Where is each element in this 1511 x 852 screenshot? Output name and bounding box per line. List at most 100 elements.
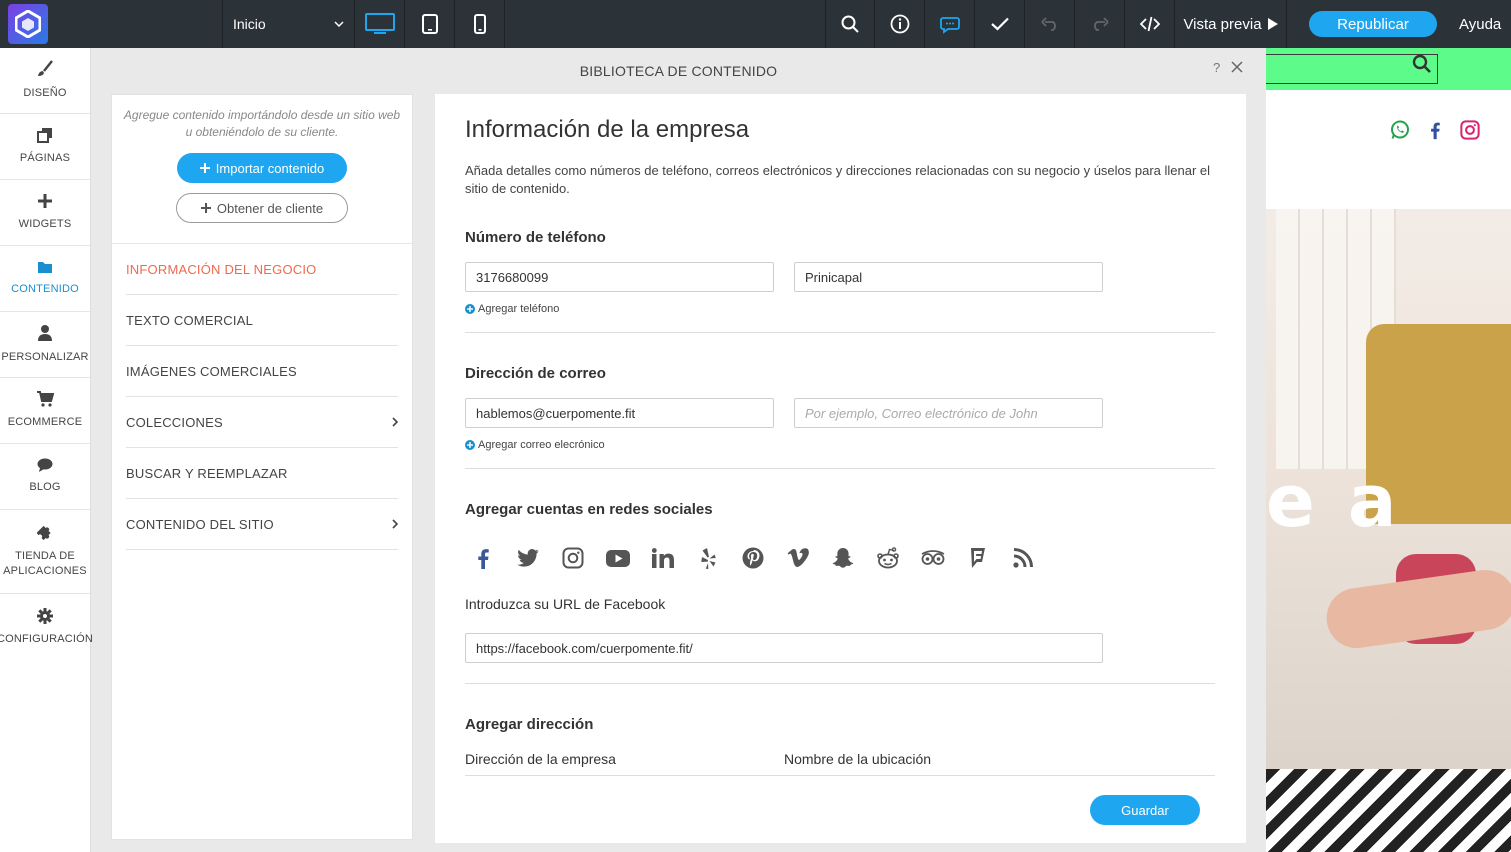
library-help-button[interactable]: ? xyxy=(1213,60,1220,75)
facebook-icon[interactable] xyxy=(471,546,495,570)
email-label-input[interactable]: Por ejemplo, Correo electrónico de John xyxy=(794,398,1103,428)
top-toolbar: Inicio Vista previa Republicar Ayuda xyxy=(0,0,1511,48)
get-from-client-button[interactable]: Obtener de cliente xyxy=(176,193,348,223)
menu-business-info[interactable]: INFORMACIÓN DEL NEGOCIO xyxy=(126,244,398,295)
page-description: Añada detalles como números de teléfono,… xyxy=(465,163,1211,196)
import-hint: Agregue contenido importándolo desde un … xyxy=(123,108,401,139)
content-menu: INFORMACIÓN DEL NEGOCIO TEXTO COMERCIAL … xyxy=(112,244,412,550)
import-content-button[interactable]: Importar contenido xyxy=(177,153,347,183)
menu-find-replace[interactable]: BUSCAR Y REEMPLAZAR xyxy=(126,448,398,499)
page-selector[interactable]: Inicio xyxy=(223,0,355,48)
search-icon[interactable] xyxy=(1412,54,1432,79)
app-logo[interactable] xyxy=(0,0,56,48)
social-heading: Agregar cuentas en redes sociales xyxy=(465,501,713,518)
mobile-view-button[interactable] xyxy=(455,0,505,48)
menu-site-content[interactable]: CONTENIDO DEL SITIO xyxy=(126,499,398,550)
chat-bubble-icon xyxy=(37,458,53,472)
divider xyxy=(465,468,1215,469)
pinterest-icon[interactable] xyxy=(741,546,765,570)
preview-button[interactable]: Vista previa xyxy=(1175,0,1287,48)
tablet-icon xyxy=(421,14,438,34)
facebook-url-input[interactable]: https://facebook.com/cuerpomente.fit/ xyxy=(465,633,1103,663)
nav-label: CONTENIDO xyxy=(11,283,79,295)
menu-business-images[interactable]: IMÁGENES COMERCIALES xyxy=(126,346,398,397)
rss-icon[interactable] xyxy=(1011,546,1035,570)
redo-button[interactable] xyxy=(1075,0,1125,48)
library-title: BIBLIOTECA DE CONTENIDO xyxy=(579,63,778,79)
mobile-icon xyxy=(473,14,486,34)
facebook-url-label: Introduzca su URL de Facebook xyxy=(465,596,666,612)
youtube-icon[interactable] xyxy=(606,546,630,570)
phone-label-input[interactable]: Prinicapal xyxy=(794,262,1103,292)
plus-circle-icon xyxy=(465,440,475,450)
republish-button[interactable]: Republicar xyxy=(1309,11,1437,37)
foursquare-icon[interactable] xyxy=(966,546,990,570)
address-column-business: Dirección de la empresa xyxy=(465,751,616,767)
comments-button[interactable] xyxy=(925,0,975,48)
nav-widgets[interactable]: WIDGETS xyxy=(0,180,90,246)
nav-label: ECOMMERCE xyxy=(7,416,83,428)
snapchat-icon[interactable] xyxy=(831,546,855,570)
nav-label: WIDGETS xyxy=(18,218,72,230)
facebook-icon[interactable] xyxy=(1430,120,1440,145)
add-email-link[interactable]: Agregar correo elecrónico xyxy=(465,439,605,451)
chevron-right-icon xyxy=(392,417,398,427)
info-icon xyxy=(890,14,909,34)
redo-icon xyxy=(1093,17,1109,31)
divider xyxy=(465,775,1215,776)
nav-design[interactable]: DISEÑO xyxy=(0,48,90,114)
reddit-icon[interactable] xyxy=(876,546,900,570)
instagram-icon[interactable] xyxy=(1460,120,1480,145)
nav-ecommerce[interactable]: ECOMMERCE xyxy=(0,378,90,444)
search-button[interactable] xyxy=(825,0,875,48)
whatsapp-icon[interactable] xyxy=(1390,120,1410,145)
nav-settings[interactable]: CONFIGURACIÓN xyxy=(0,594,93,660)
nav-personalize[interactable]: PERSONALIZAR xyxy=(0,312,90,378)
nav-app-store[interactable]: TIENDA DE APLICACIONES xyxy=(0,510,90,594)
business-info-card: Información de la empresa Añada detalles… xyxy=(435,94,1246,843)
phone-number-input[interactable]: 3176680099 xyxy=(465,262,774,292)
code-button[interactable] xyxy=(1125,0,1175,48)
user-icon xyxy=(38,325,52,341)
nav-blog[interactable]: BLOG xyxy=(0,444,90,510)
import-content-label: Importar contenido xyxy=(215,160,325,176)
instagram-icon[interactable] xyxy=(561,546,585,570)
undo-icon xyxy=(1040,17,1056,31)
website-preview[interactable]: e a xyxy=(1266,48,1511,852)
linkedin-icon[interactable] xyxy=(651,546,675,570)
cart-icon xyxy=(37,391,54,407)
play-icon xyxy=(1267,18,1278,30)
menu-collections[interactable]: COLECCIONES xyxy=(126,397,398,448)
plus-icon xyxy=(38,194,52,208)
close-button[interactable] xyxy=(1231,60,1243,78)
twitter-icon[interactable] xyxy=(516,546,540,570)
email-input[interactable]: hablemos@cuerpomente.fit xyxy=(465,398,774,428)
desktop-view-button[interactable] xyxy=(355,0,405,48)
nav-label: PERSONALIZAR xyxy=(1,351,89,363)
plus-icon xyxy=(200,203,211,213)
info-button[interactable] xyxy=(875,0,925,48)
menu-business-text[interactable]: TEXTO COMERCIAL xyxy=(126,295,398,346)
preview-label: Vista previa xyxy=(1183,15,1262,33)
page-title: Información de la empresa xyxy=(465,116,750,143)
nav-pages[interactable]: PÁGINAS xyxy=(0,114,90,180)
yelp-icon[interactable] xyxy=(696,546,720,570)
pages-icon xyxy=(37,128,52,143)
get-from-client-label: Obtener de cliente xyxy=(216,200,324,216)
undo-button[interactable] xyxy=(1025,0,1075,48)
email-heading: Dirección de correo xyxy=(465,365,606,382)
add-phone-link[interactable]: Agregar teléfono xyxy=(465,303,559,315)
save-button[interactable]: Guardar xyxy=(1090,795,1200,825)
hero-heading: e a xyxy=(1266,459,1401,543)
divider xyxy=(465,683,1215,684)
checklist-button[interactable] xyxy=(975,0,1025,48)
help-link[interactable]: Ayuda xyxy=(1459,0,1511,48)
desktop-icon xyxy=(364,13,395,34)
tripadvisor-icon[interactable] xyxy=(921,546,945,570)
checkmark-icon xyxy=(990,17,1009,31)
nav-content[interactable]: CONTENIDO xyxy=(0,246,90,312)
tablet-view-button[interactable] xyxy=(405,0,455,48)
page-selector-value: Inicio xyxy=(233,16,266,32)
address-heading: Agregar dirección xyxy=(465,716,594,733)
vimeo-icon[interactable] xyxy=(786,546,810,570)
